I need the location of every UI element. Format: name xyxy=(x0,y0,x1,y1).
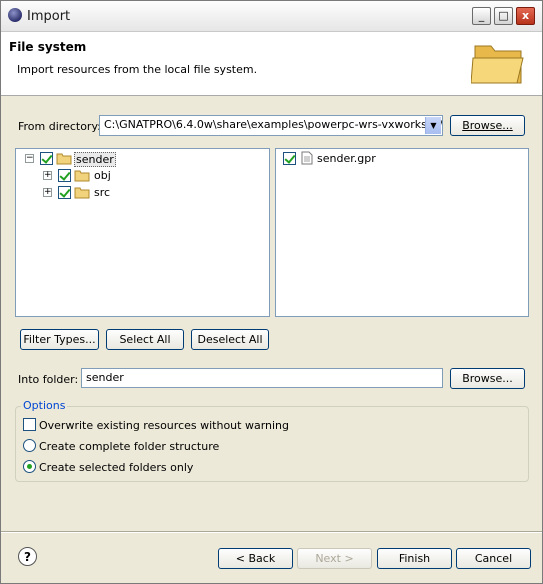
wizard-banner: File system Import resources from the lo… xyxy=(1,32,542,96)
footer-separator xyxy=(1,531,542,533)
from-directory-combo[interactable]: C:\GNATPRO\6.4.0w\share\examples\powerpc… xyxy=(99,115,443,136)
expand-icon[interactable]: + xyxy=(43,188,52,197)
file-item-sender-gpr[interactable]: sender.gpr xyxy=(317,152,376,165)
tree-item-src[interactable]: src xyxy=(94,186,110,199)
next-button[interactable]: Next > xyxy=(297,548,372,569)
cancel-button[interactable]: Cancel xyxy=(456,548,531,569)
app-icon xyxy=(8,8,22,22)
browse-folder-button[interactable]: Browse... xyxy=(450,368,525,389)
finish-button[interactable]: Finish xyxy=(377,548,452,569)
title-bar: Import _ □ x xyxy=(1,1,542,32)
help-icon[interactable]: ? xyxy=(18,547,37,566)
overwrite-label[interactable]: Overwrite existing resources without war… xyxy=(39,419,289,432)
tree-checkbox-obj[interactable] xyxy=(58,169,71,182)
into-folder-input[interactable]: sender xyxy=(81,368,443,388)
open-folder-icon xyxy=(471,45,524,84)
minimize-button[interactable]: _ xyxy=(472,7,491,25)
tree-checkbox-src[interactable] xyxy=(58,186,71,199)
collapse-icon[interactable]: − xyxy=(25,154,34,163)
complete-structure-radio[interactable] xyxy=(23,439,36,452)
folder-tree[interactable]: − sender + obj + src xyxy=(15,148,270,317)
close-button[interactable]: x xyxy=(516,7,535,25)
expand-icon[interactable]: + xyxy=(43,171,52,180)
file-icon xyxy=(301,151,313,165)
tree-item-obj[interactable]: obj xyxy=(94,169,111,182)
into-folder-label: Into folder: xyxy=(18,373,79,386)
chevron-down-icon[interactable]: ▼ xyxy=(425,117,441,134)
page-description: Import resources from the local file sys… xyxy=(17,63,258,76)
selected-folders-radio[interactable] xyxy=(23,460,36,473)
file-list[interactable]: sender.gpr xyxy=(275,148,529,317)
from-directory-value: C:\GNATPRO\6.4.0w\share\examples\powerpc… xyxy=(104,118,443,131)
folder-icon xyxy=(74,170,90,182)
tree-item-sender[interactable]: sender xyxy=(74,152,116,167)
overwrite-checkbox[interactable] xyxy=(23,418,36,431)
select-all-button[interactable]: Select All xyxy=(106,329,184,350)
folder-icon xyxy=(74,187,90,199)
complete-structure-label[interactable]: Create complete folder structure xyxy=(39,440,219,453)
tree-checkbox-sender[interactable] xyxy=(40,152,53,165)
filter-types-button[interactable]: Filter Types... xyxy=(20,329,99,350)
browse-directory-button[interactable]: Browse... xyxy=(450,115,525,136)
from-directory-label: From directory: xyxy=(18,120,101,133)
deselect-all-button[interactable]: Deselect All xyxy=(191,329,269,350)
window-title: Import xyxy=(27,9,71,24)
maximize-button[interactable]: □ xyxy=(494,7,513,25)
file-checkbox-sender-gpr[interactable] xyxy=(283,152,296,165)
import-dialog: Import _ □ x File system Import resource… xyxy=(0,0,543,584)
options-legend: Options xyxy=(21,399,68,412)
selected-folders-label[interactable]: Create selected folders only xyxy=(39,461,193,474)
page-title: File system xyxy=(9,40,87,54)
folder-icon xyxy=(56,153,72,165)
back-button[interactable]: < Back xyxy=(218,548,293,569)
